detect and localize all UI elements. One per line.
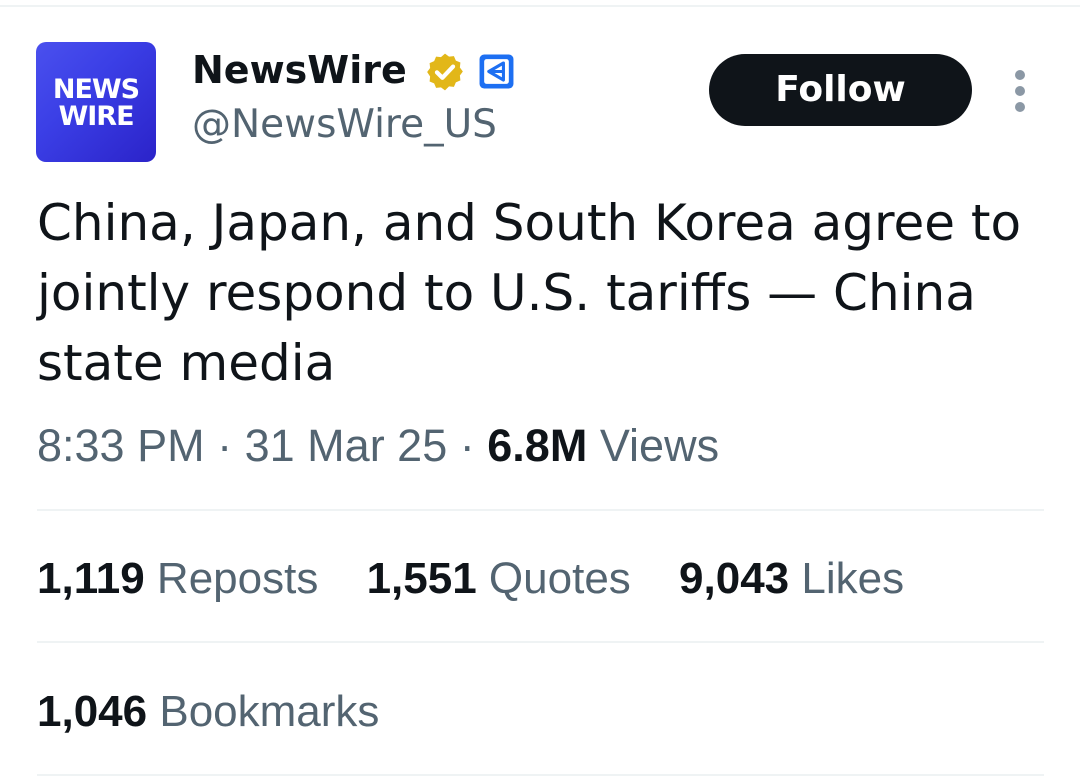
- account-handle[interactable]: @NewsWire_US: [192, 100, 497, 150]
- top-divider: [0, 5, 1080, 7]
- tweet-time[interactable]: 8:33 PM: [37, 420, 205, 471]
- vertical-ellipsis-icon[interactable]: [1005, 66, 1035, 116]
- reposts-stat[interactable]: 1,119 Reposts: [37, 553, 318, 605]
- quotes-label: Quotes: [488, 554, 631, 603]
- reposts-label: Reposts: [156, 554, 319, 603]
- tweet-text: China, Japan, and South Korea agree to j…: [37, 194, 1022, 392]
- bookmarks-stat[interactable]: 1,046 Bookmarks: [37, 686, 379, 738]
- views-label: Views: [599, 420, 720, 471]
- display-name[interactable]: NewsWire: [192, 46, 407, 94]
- likes-label: Likes: [801, 554, 905, 603]
- affiliate-badge-icon[interactable]: [478, 53, 515, 90]
- likes-stat[interactable]: 9,043 Likes: [679, 553, 904, 605]
- bookmarks-count: 1,046: [37, 687, 148, 736]
- views-count: 6.8M: [487, 420, 588, 471]
- divider: [37, 509, 1044, 511]
- gold-verified-check-icon[interactable]: [424, 51, 466, 93]
- tweet-date[interactable]: 31 Mar 25: [245, 420, 448, 471]
- bookmarks-label: Bookmarks: [159, 687, 380, 736]
- avatar-logo-text: NEWS WIRE: [52, 74, 140, 132]
- engagement-stats: 1,119 Reposts 1,551 Quotes 9,043 Likes: [37, 553, 940, 605]
- tweet-meta: 8:33 PM · 31 Mar 25 · 6.8M Views: [37, 420, 719, 472]
- divider: [37, 641, 1044, 643]
- divider: [37, 774, 1044, 776]
- meta-separator: ·: [459, 420, 475, 471]
- quotes-stat[interactable]: 1,551 Quotes: [367, 553, 631, 605]
- follow-button[interactable]: Follow: [709, 54, 972, 126]
- likes-count: 9,043: [679, 554, 790, 603]
- avatar[interactable]: NEWS WIRE: [36, 42, 156, 162]
- meta-separator: ·: [217, 420, 233, 471]
- reposts-count: 1,119: [37, 554, 145, 603]
- quotes-count: 1,551: [366, 554, 477, 603]
